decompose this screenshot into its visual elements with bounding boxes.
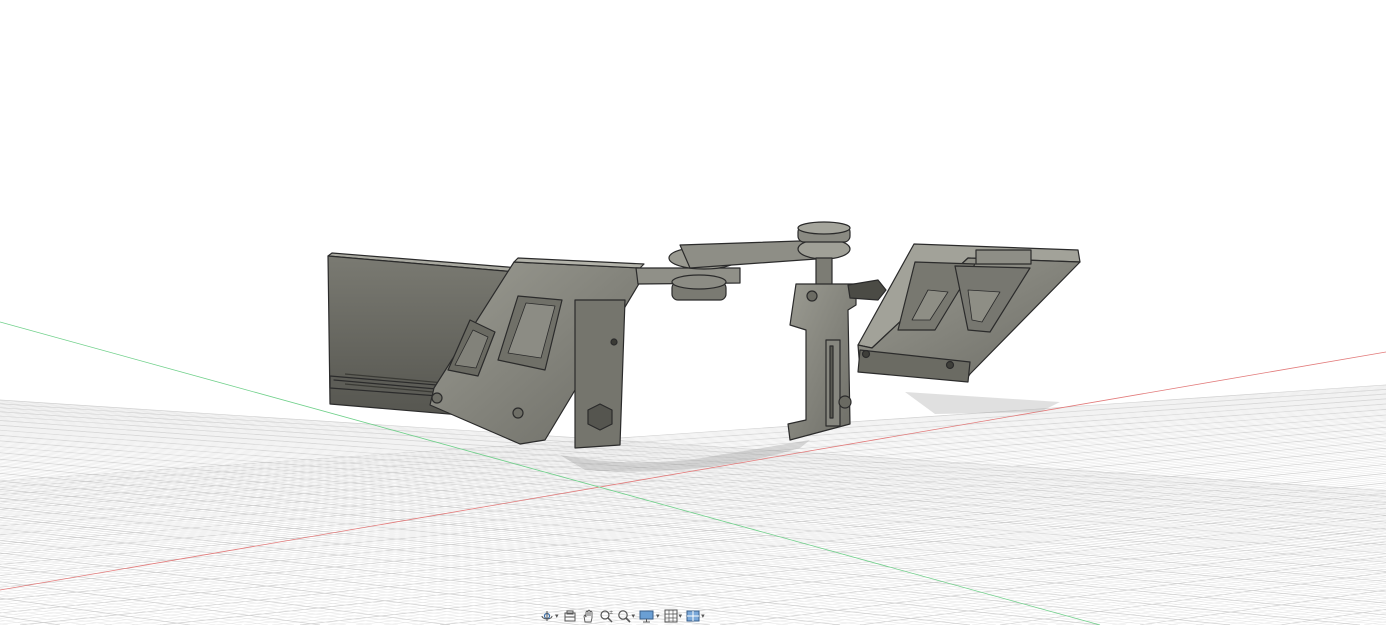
look-at-tool[interactable] xyxy=(561,607,579,625)
3d-scene[interactable] xyxy=(0,0,1386,625)
right-bracket xyxy=(857,243,1081,383)
viewports-icon xyxy=(686,610,700,622)
zoom-icon: ± xyxy=(599,610,613,623)
zoom-tool[interactable]: ± xyxy=(597,607,615,625)
fit-zoom-tool[interactable]: ▾ xyxy=(615,607,638,625)
pan-tool[interactable] xyxy=(579,607,597,625)
3d-viewport[interactable] xyxy=(0,0,1386,625)
orbit-icon xyxy=(541,611,553,621)
chevron-down-icon[interactable]: ▾ xyxy=(679,612,683,620)
orbit-tool[interactable]: ▾ xyxy=(538,607,561,625)
look-at-icon xyxy=(564,610,576,622)
svg-text:±: ± xyxy=(609,610,613,616)
pan-hand-icon xyxy=(583,609,592,623)
chevron-down-icon[interactable]: ▾ xyxy=(555,612,559,620)
grid-settings-icon xyxy=(664,609,678,623)
grid-settings-tool[interactable]: ▾ xyxy=(662,607,685,625)
display-settings-icon xyxy=(639,610,654,623)
chevron-down-icon[interactable]: ▾ xyxy=(632,612,636,620)
display-settings-tool[interactable]: ▾ xyxy=(637,607,662,625)
navigation-bar: ▾ ± ▾ ▾ ▾ ▾ xyxy=(538,607,712,625)
viewports-tool[interactable]: ▾ xyxy=(684,607,707,625)
fit-zoom-icon xyxy=(617,610,631,623)
chevron-down-icon[interactable]: ▾ xyxy=(656,612,660,620)
chevron-down-icon[interactable]: ▾ xyxy=(701,612,705,620)
